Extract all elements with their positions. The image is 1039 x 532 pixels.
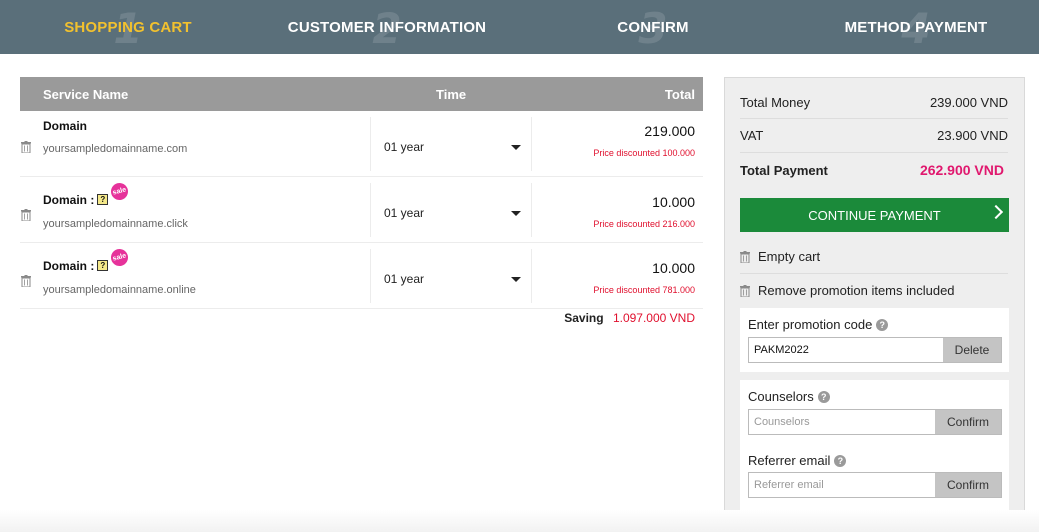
time-select[interactable]: 01 year bbox=[370, 117, 532, 171]
divider bbox=[740, 118, 1008, 119]
promotion-delete-label: Delete bbox=[954, 343, 990, 357]
item-price: 10.000 bbox=[652, 260, 695, 276]
continue-payment-button[interactable]: CONTINUE PAYMENT bbox=[740, 198, 1009, 232]
cart-table: Service Name Time Total Domain yoursampl… bbox=[20, 77, 703, 325]
referrer-email-input[interactable] bbox=[748, 472, 936, 498]
item-name-text: Domain bbox=[43, 119, 88, 133]
trash-icon[interactable] bbox=[21, 275, 31, 287]
trash-icon bbox=[740, 250, 750, 263]
step-label: CONFIRM bbox=[617, 18, 689, 36]
help-icon[interactable]: ? bbox=[817, 390, 830, 403]
time-select-value: 01 year bbox=[384, 272, 425, 286]
help-icon[interactable]: ? bbox=[876, 318, 889, 331]
item-price: 10.000 bbox=[652, 194, 695, 210]
vat-label: VAT bbox=[740, 128, 764, 143]
header-time: Time bbox=[436, 87, 467, 102]
step-shopping-cart[interactable]: 1 SHOPPING CART bbox=[48, 0, 208, 54]
promotion-code-input[interactable] bbox=[748, 337, 944, 363]
empty-cart-button[interactable]: Empty cart bbox=[740, 249, 820, 264]
total-money-row: Total Money 239.000 VND bbox=[740, 95, 1008, 110]
time-select[interactable]: 01 year bbox=[370, 183, 532, 237]
question-note-icon[interactable]: ? bbox=[97, 194, 109, 205]
divider bbox=[740, 273, 1008, 274]
sale-badge: sale bbox=[109, 247, 131, 268]
help-icon[interactable]: ? bbox=[834, 454, 847, 467]
promotion-code-box: Enter promotion code ? Delete bbox=[740, 308, 1009, 372]
time-select-value: 01 year bbox=[384, 206, 425, 220]
item-discount: Price discounted 216.000 bbox=[593, 219, 695, 229]
item-domain: yoursampledomainname.online bbox=[43, 284, 196, 296]
cart-table-header: Service Name Time Total bbox=[20, 77, 703, 111]
saving-value: 1.097.000 VND bbox=[612, 311, 695, 325]
remove-promotion-label: Remove promotion items included bbox=[758, 283, 955, 298]
cart-row: Domain : ? sale yoursampledomainname.onl… bbox=[20, 243, 703, 309]
chevron-down-icon bbox=[511, 211, 521, 216]
item-domain: yoursampledomainname.click bbox=[43, 218, 188, 230]
trash-icon bbox=[740, 284, 750, 297]
time-select[interactable]: 01 year bbox=[370, 249, 532, 303]
total-payment-label: Total Payment bbox=[740, 163, 828, 178]
referrer-email-title: Referrer email ? bbox=[748, 453, 847, 468]
trash-icon[interactable] bbox=[21, 141, 31, 153]
promotion-code-title: Enter promotion code ? bbox=[748, 317, 889, 332]
step-label: METHOD PAYMENT bbox=[844, 18, 988, 36]
header-total: Total bbox=[664, 87, 695, 102]
item-discount: Price discounted 781.000 bbox=[593, 285, 695, 295]
item-name: Domain : ? sale bbox=[43, 181, 131, 208]
total-money-value: 239.000 VND bbox=[929, 95, 1008, 110]
item-name: Domain : ? sale bbox=[43, 247, 131, 274]
divider bbox=[740, 152, 1008, 153]
step-label: CUSTOMER INFORMATION bbox=[287, 18, 487, 36]
step-method-payment[interactable]: 4 METHOD PAYMENT bbox=[838, 0, 994, 54]
total-payment-value: 262.900 VND bbox=[919, 162, 1004, 178]
empty-cart-label: Empty cart bbox=[758, 249, 821, 264]
cart-row: Domain : ? sale yoursampledomainname.cli… bbox=[20, 177, 703, 243]
total-money-label: Total Money bbox=[740, 95, 811, 110]
checkout-steps-bar: 1 SHOPPING CART 2 CUSTOMER INFORMATION 3… bbox=[0, 0, 1039, 54]
counselors-input[interactable] bbox=[748, 409, 936, 435]
referrer-confirm-label: Confirm bbox=[946, 478, 989, 492]
referrer-confirm-button[interactable]: Confirm bbox=[935, 472, 1002, 498]
total-payment-row: Total Payment 262.900 VND bbox=[740, 162, 1008, 178]
chevron-right-icon bbox=[988, 204, 1004, 220]
page-bottom-shade bbox=[0, 510, 1039, 532]
item-discount: Price discounted 100.000 bbox=[593, 148, 695, 158]
remove-promotion-button[interactable]: Remove promotion items included bbox=[740, 283, 955, 298]
saving-label: Saving bbox=[564, 311, 604, 325]
vat-row: VAT 23.900 VND bbox=[740, 128, 1008, 143]
counselors-title-text: Counselors bbox=[748, 389, 814, 404]
sale-badge: sale bbox=[109, 181, 131, 202]
promotion-code-title-text: Enter promotion code bbox=[748, 317, 873, 332]
counselors-referrer-box: Counselors ? Confirm Referrer email ? Co… bbox=[740, 380, 1009, 510]
chevron-down-icon bbox=[511, 277, 521, 282]
time-select-value: 01 year bbox=[384, 140, 425, 154]
chevron-down-icon bbox=[511, 145, 521, 150]
step-confirm[interactable]: 3 CONFIRM bbox=[598, 0, 708, 54]
step-label: SHOPPING CART bbox=[64, 18, 192, 36]
counselors-confirm-label: Confirm bbox=[946, 415, 989, 429]
counselors-title: Counselors ? bbox=[748, 389, 830, 404]
referrer-email-title-text: Referrer email bbox=[748, 453, 831, 468]
item-domain: yoursampledomainname.com bbox=[43, 143, 188, 155]
cart-row: Domain yoursampledomainname.com 01 year … bbox=[20, 111, 703, 177]
item-price: 219.000 bbox=[644, 123, 695, 139]
promotion-delete-button[interactable]: Delete bbox=[943, 337, 1002, 363]
step-customer-information[interactable]: 2 CUSTOMER INFORMATION bbox=[282, 0, 492, 54]
order-summary-panel: Total Money 239.000 VND VAT 23.900 VND T… bbox=[724, 77, 1025, 524]
saving-summary: Saving 1.097.000 VND bbox=[564, 311, 695, 325]
counselors-confirm-button[interactable]: Confirm bbox=[935, 409, 1002, 435]
question-note-icon[interactable]: ? bbox=[97, 260, 109, 271]
vat-value: 23.900 VND bbox=[937, 128, 1008, 143]
continue-payment-label: CONTINUE PAYMENT bbox=[808, 207, 941, 223]
item-name-text: Domain : bbox=[43, 192, 95, 207]
header-service-name: Service Name bbox=[43, 87, 129, 102]
trash-icon[interactable] bbox=[21, 209, 31, 221]
item-name-text: Domain : bbox=[43, 258, 95, 273]
item-name: Domain bbox=[43, 119, 87, 133]
